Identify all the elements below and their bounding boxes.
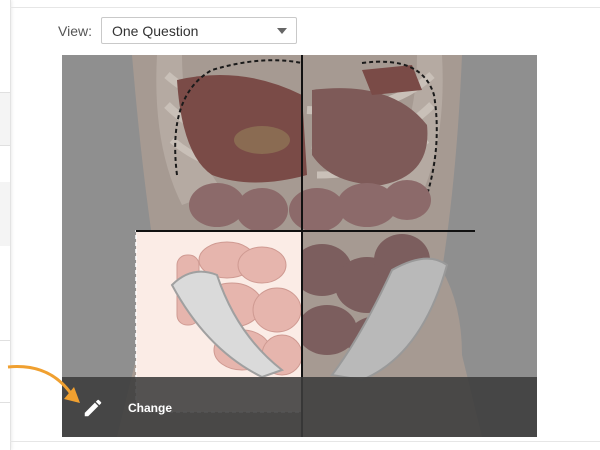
left-sidebar-edge [0,0,11,450]
sidebar-band [0,182,10,246]
view-select[interactable]: One Question [101,17,297,44]
sidebar-band [0,93,10,145]
divider [0,340,10,341]
view-label: View: [58,23,92,39]
page: View: One Question Change [0,0,600,450]
change-image-button[interactable]: Change [128,401,172,415]
image-toolbar: Change [62,377,537,437]
top-divider [10,7,600,8]
divider [0,145,10,146]
chevron-down-icon [277,28,287,34]
view-select-value: One Question [112,23,199,39]
divider [0,402,10,403]
bottom-divider [10,441,600,442]
pencil-icon[interactable] [82,397,104,419]
question-image[interactable]: Change [62,55,537,437]
